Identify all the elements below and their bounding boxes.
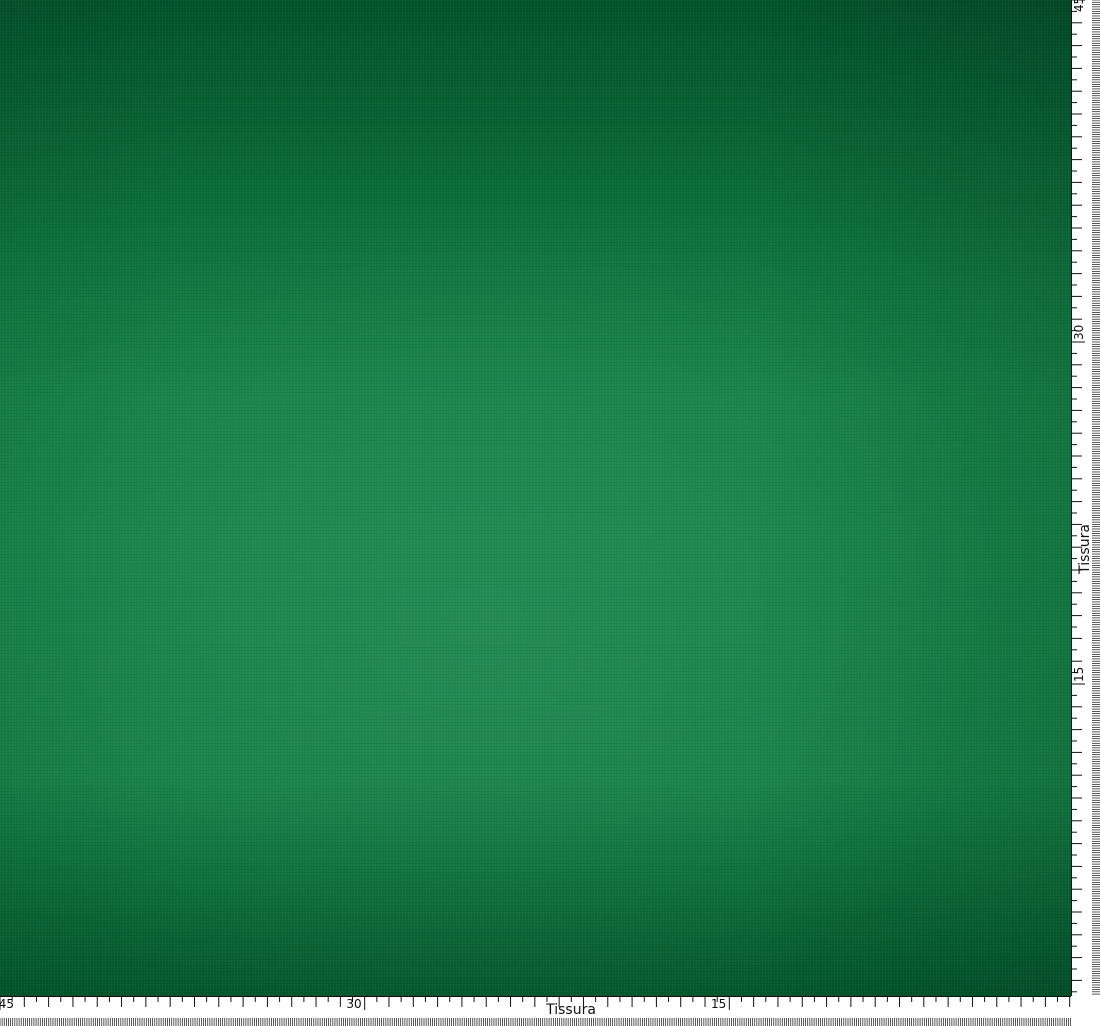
vertical-ruler: 45 30 15 Tissura (1071, 0, 1100, 996)
vertical-ruler-label: 30 (1072, 325, 1086, 340)
vertical-ruler-title: Tissura (1077, 524, 1093, 575)
vertical-ruler-label: 15 (1072, 667, 1086, 682)
horizontal-ruler: 4530150Tissura (0, 996, 1100, 1026)
horizontal-ruler-label: 15 (711, 997, 726, 1011)
vertical-ruler-graphic: 45 30 15 Tissura (1071, 0, 1100, 996)
horizontal-ruler-title: Tissura (545, 1002, 596, 1018)
horizontal-ruler-graphic: 4530150Tissura (0, 996, 1100, 1026)
horizontal-fine-ticks (0, 1018, 1099, 1026)
fabric-swatch-photo (0, 0, 1071, 996)
horizontal-ruler-label: 45 (0, 997, 14, 1011)
horizontal-ruler-label: 30 (346, 997, 361, 1011)
vertical-ruler-label: 45 (1072, 0, 1086, 12)
vertical-unit-ticks (1071, 0, 1085, 993)
vertical-fine-ticks (1092, 0, 1100, 995)
ruler-corner (1071, 996, 1100, 1026)
fabric-weave-texture (0, 0, 1071, 996)
